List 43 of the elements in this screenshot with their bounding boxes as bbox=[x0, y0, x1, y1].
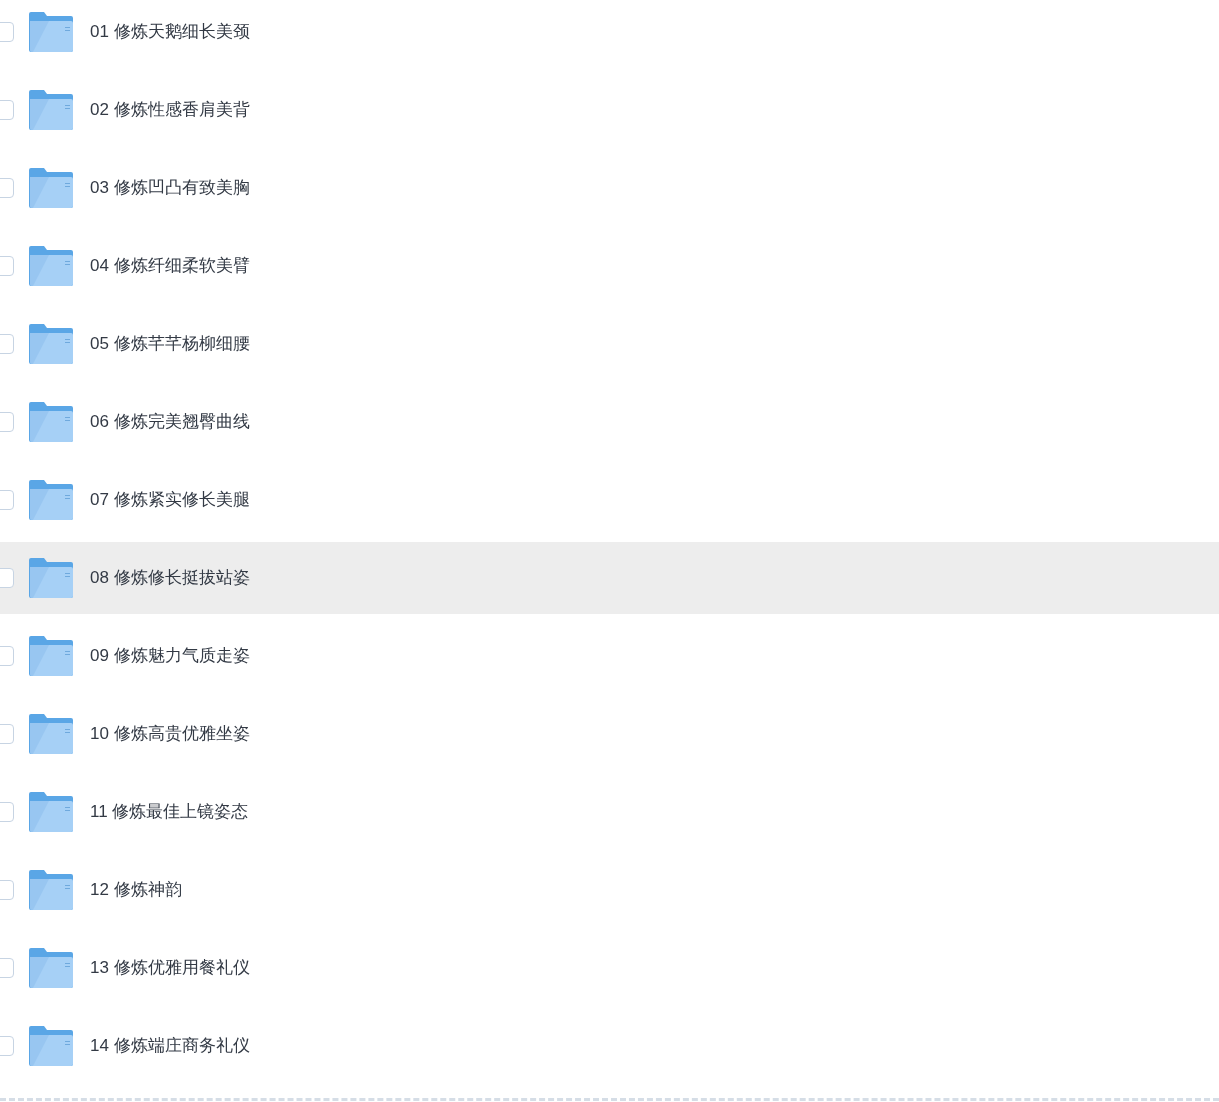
checkbox[interactable] bbox=[0, 490, 14, 510]
checkbox[interactable] bbox=[0, 334, 14, 354]
checkbox[interactable] bbox=[0, 646, 14, 666]
folder-icon bbox=[29, 948, 73, 988]
file-row[interactable]: 08 修炼修长挺拔站姿 bbox=[0, 542, 1219, 614]
folder-name: 01 修炼天鹅细长美颈 bbox=[90, 21, 250, 44]
checkbox[interactable] bbox=[0, 100, 14, 120]
folder-name: 14 修炼端庄商务礼仪 bbox=[90, 1035, 250, 1058]
folder-icon bbox=[29, 90, 73, 130]
folder-icon bbox=[29, 1026, 73, 1066]
folder-icon bbox=[29, 714, 73, 754]
checkbox[interactable] bbox=[0, 256, 14, 276]
folder-icon bbox=[29, 870, 73, 910]
folder-icon bbox=[29, 324, 73, 364]
folder-icon bbox=[29, 12, 73, 52]
folder-icon bbox=[29, 636, 73, 676]
folder-name: 07 修炼紧实修长美腿 bbox=[90, 489, 250, 512]
folder-name: 11 修炼最佳上镜姿态 bbox=[90, 801, 249, 824]
folder-name: 06 修炼完美翘臀曲线 bbox=[90, 411, 250, 434]
folder-icon bbox=[29, 558, 73, 598]
checkbox[interactable] bbox=[0, 1036, 14, 1056]
folder-name: 04 修炼纤细柔软美臂 bbox=[90, 255, 250, 278]
folder-icon bbox=[29, 480, 73, 520]
checkbox[interactable] bbox=[0, 412, 14, 432]
checkbox[interactable] bbox=[0, 802, 14, 822]
checkbox[interactable] bbox=[0, 568, 14, 588]
folder-name: 13 修炼优雅用餐礼仪 bbox=[90, 957, 250, 980]
folder-name: 12 修炼神韵 bbox=[90, 879, 182, 902]
folder-name: 02 修炼性感香肩美背 bbox=[90, 99, 250, 122]
folder-name: 05 修炼芊芊杨柳细腰 bbox=[90, 333, 250, 356]
checkbox[interactable] bbox=[0, 958, 14, 978]
checkbox[interactable] bbox=[0, 22, 14, 42]
folder-icon bbox=[29, 168, 73, 208]
folder-icon bbox=[29, 246, 73, 286]
checkbox[interactable] bbox=[0, 724, 14, 744]
checkbox[interactable] bbox=[0, 880, 14, 900]
folder-name: 08 修炼修长挺拔站姿 bbox=[90, 567, 250, 590]
folder-name: 09 修炼魅力气质走姿 bbox=[90, 645, 250, 668]
folder-name: 03 修炼凹凸有致美胸 bbox=[90, 177, 250, 200]
folder-icon bbox=[29, 792, 73, 832]
checkbox[interactable] bbox=[0, 178, 14, 198]
folder-icon bbox=[29, 402, 73, 442]
folder-name: 10 修炼高贵优雅坐姿 bbox=[90, 723, 250, 746]
